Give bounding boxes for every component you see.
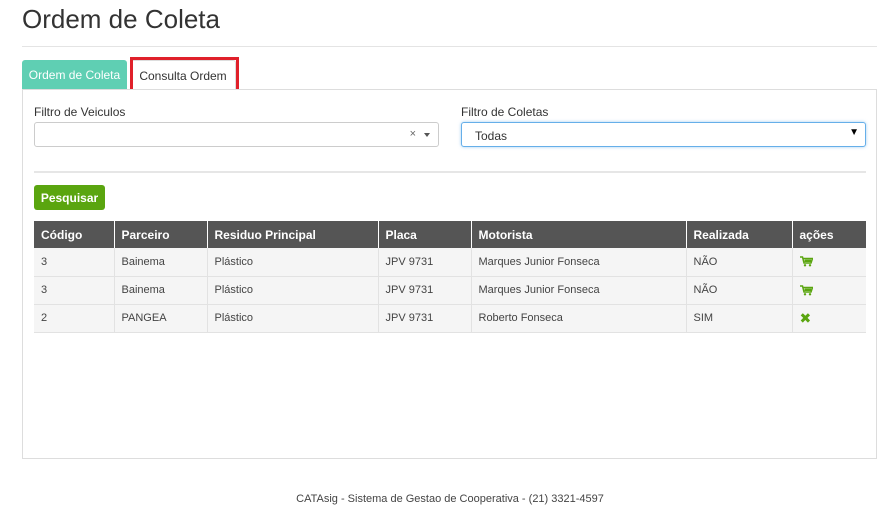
column-header-realizada[interactable]: Realizada — [686, 221, 793, 248]
coletas-filter-label: Filtro de Coletas — [461, 105, 549, 119]
coletas-filter-select[interactable]: Todas ▼ — [461, 122, 866, 147]
cell-placa: JPV 9731 — [378, 276, 472, 305]
tab-consulta-ordem[interactable]: Consulta Ordem — [130, 60, 236, 90]
close-icon[interactable]: ✖ — [800, 310, 812, 327]
caret-down-icon — [424, 133, 430, 137]
filter-panel: Filtro de Veiculos × Filtro de Coletas T… — [22, 89, 877, 459]
results-table: Código Parceiro Residuo Principal Placa … — [34, 221, 866, 333]
column-header-parceiro[interactable]: Parceiro — [114, 221, 208, 248]
column-header-motorista[interactable]: Motorista — [471, 221, 687, 248]
page-title: Ordem de Coleta — [22, 4, 220, 34]
table-row: 3 Bainema Plástico JPV 9731 Marques Juni… — [34, 276, 866, 305]
coletas-filter-value: Todas — [475, 129, 508, 143]
vehicles-filter-select[interactable]: × — [34, 122, 439, 147]
cell-acoes — [792, 276, 866, 305]
cell-realizada: NÃO — [686, 276, 793, 305]
cell-placa: JPV 9731 — [378, 304, 472, 333]
cell-codigo: 3 — [34, 248, 115, 277]
table-header-row: Código Parceiro Residuo Principal Placa … — [34, 221, 866, 248]
cart-icon[interactable] — [799, 284, 813, 296]
cell-parceiro: PANGEA — [114, 304, 208, 333]
cell-realizada: NÃO — [686, 248, 793, 277]
cell-motorista: Marques Junior Fonseca — [471, 276, 687, 305]
section-divider — [34, 171, 866, 173]
clear-icon[interactable]: × — [410, 128, 416, 140]
cell-placa: JPV 9731 — [378, 248, 472, 277]
cart-icon[interactable] — [799, 256, 813, 267]
title-divider — [22, 46, 877, 47]
vehicles-filter-label: Filtro de Veiculos — [34, 105, 126, 119]
table-row: 3 Bainema Plástico JPV 9731 Marques Juni… — [34, 248, 866, 277]
column-header-placa[interactable]: Placa — [378, 221, 472, 248]
column-header-codigo[interactable]: Código — [34, 221, 115, 248]
cell-parceiro: Bainema — [114, 276, 208, 305]
column-header-residuo[interactable]: Residuo Principal — [207, 221, 379, 248]
table-row: 2 PANGEA Plástico JPV 9731 Roberto Fonse… — [34, 304, 866, 333]
caret-down-icon: ▼ — [849, 127, 859, 138]
cell-motorista: Roberto Fonseca — [471, 304, 687, 333]
cell-codigo: 2 — [34, 304, 115, 333]
search-button[interactable]: Pesquisar — [34, 185, 105, 210]
cell-acoes — [792, 248, 866, 277]
cell-residuo: Plástico — [207, 276, 379, 305]
cell-realizada: SIM — [686, 304, 793, 333]
cell-acoes: ✖ — [792, 304, 866, 333]
cell-residuo: Plástico — [207, 304, 379, 333]
column-header-acoes: ações — [792, 221, 866, 248]
tab-ordem-de-coleta[interactable]: Ordem de Coleta — [22, 60, 127, 90]
cell-residuo: Plástico — [207, 248, 379, 277]
footer-text: CATAsig - Sistema de Gestao de Cooperati… — [296, 493, 604, 505]
cell-motorista: Marques Junior Fonseca — [471, 248, 687, 277]
cell-parceiro: Bainema — [114, 248, 208, 277]
cell-codigo: 3 — [34, 276, 115, 305]
